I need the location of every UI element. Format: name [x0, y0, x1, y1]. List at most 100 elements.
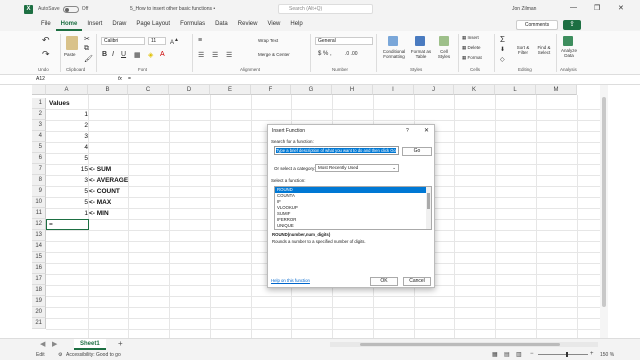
vertical-scroll-thumb[interactable] [602, 97, 606, 307]
accessibility-icon[interactable]: ⚙ [58, 352, 62, 358]
cell-a1[interactable]: Values [49, 98, 70, 109]
cell-a5[interactable]: 4 [46, 142, 88, 153]
minimize-icon[interactable]: — [570, 4, 577, 11]
fx-icon[interactable]: fx [118, 76, 122, 82]
cancel-button[interactable]: Cancel [403, 277, 431, 286]
format-cells-button[interactable]: ▦ Format [462, 55, 482, 61]
formula-input[interactable]: = [128, 76, 131, 82]
tab-draw[interactable]: Draw [107, 18, 131, 31]
zoom-in-icon[interactable]: + [590, 351, 594, 357]
cell-a9[interactable]: 5 [46, 186, 88, 197]
redo-icon[interactable]: ↷ [42, 49, 50, 60]
row-header[interactable]: 14 [32, 241, 46, 252]
format-table-icon[interactable] [415, 36, 425, 46]
cut-icon[interactable]: ✂ [84, 35, 90, 43]
close-icon[interactable]: ✕ [618, 4, 624, 12]
column-header[interactable]: H [332, 85, 373, 95]
select-all-corner[interactable] [32, 85, 46, 95]
paste-label[interactable]: Paste [64, 52, 76, 57]
borders-icon[interactable]: ▦ [134, 51, 141, 59]
cell-b7[interactable]: <- SUM [89, 164, 111, 175]
zoom-slider[interactable] [538, 354, 588, 355]
align-top-icon[interactable]: ≡ [198, 37, 202, 44]
cell-a2[interactable]: 1 [46, 109, 88, 120]
column-header[interactable]: M [536, 85, 577, 95]
row-header[interactable]: 9 [32, 186, 46, 197]
accessibility-status[interactable]: Accessibility: Good to go [66, 352, 121, 358]
align-left-icon[interactable]: ☰ [198, 51, 204, 59]
ok-button[interactable]: OK [370, 277, 398, 286]
fill-icon[interactable]: ⬇ [500, 46, 505, 53]
prev-sheet-icon[interactable]: ◀ [40, 340, 45, 348]
delete-cells-button[interactable]: ▦ Delete [462, 45, 481, 51]
align-center-icon[interactable]: ☰ [212, 51, 218, 59]
cell-a7[interactable]: 15 [46, 164, 88, 175]
add-sheet-icon[interactable]: + [118, 339, 123, 348]
column-header[interactable]: D [169, 85, 210, 95]
conditional-format-button[interactable]: Conditional Formatting [381, 49, 407, 59]
analyze-data-icon[interactable] [563, 36, 573, 46]
function-search-input[interactable]: Type a brief description of what you wan… [274, 146, 399, 155]
fill-color-icon[interactable]: ◈ [148, 51, 153, 59]
row-header[interactable]: 15 [32, 252, 46, 263]
cell-a11[interactable]: 1 [46, 208, 88, 219]
tab-page-layout[interactable]: Page Layout [131, 18, 175, 31]
function-list-scroll-thumb[interactable] [427, 193, 430, 209]
cell-styles-button[interactable]: Cell Styles [434, 49, 454, 59]
font-name-select[interactable]: Calibri [101, 37, 145, 45]
vertical-scrollbar[interactable] [600, 85, 608, 338]
cell-b10[interactable]: <- MAX [89, 197, 111, 208]
column-header[interactable]: A [46, 85, 88, 95]
wrap-text-button[interactable]: Wrap Text [258, 38, 278, 43]
font-color-icon[interactable]: A [160, 51, 165, 58]
zoom-slider-thumb[interactable] [566, 352, 568, 357]
function-list-scrollbar[interactable] [426, 187, 431, 229]
go-button[interactable]: Go [402, 147, 432, 156]
row-header[interactable]: 8 [32, 175, 46, 186]
paste-icon[interactable] [66, 36, 78, 50]
autosave-toggle[interactable] [62, 5, 79, 13]
italic-icon[interactable]: I [112, 51, 114, 58]
row-header[interactable]: 5 [32, 142, 46, 153]
cell-b9[interactable]: <- COUNT [89, 186, 120, 197]
cell-a6[interactable]: 5 [46, 153, 88, 164]
column-header[interactable]: F [251, 85, 291, 95]
tab-data[interactable]: Data [210, 18, 233, 31]
restore-icon[interactable]: ❒ [594, 4, 600, 12]
row-header[interactable]: 1 [32, 98, 46, 109]
row-header[interactable]: 10 [32, 197, 46, 208]
find-select-button[interactable]: Find & Select [533, 45, 555, 55]
sheet-tab-sheet1[interactable]: Sheet1 [74, 339, 106, 350]
row-header[interactable]: 11 [32, 208, 46, 219]
column-header[interactable]: C [128, 85, 169, 95]
dialog-close-icon[interactable]: ✕ [424, 127, 429, 134]
insert-cells-button[interactable]: ▦ Insert [462, 35, 479, 41]
currency-icon[interactable]: $ % , [318, 51, 332, 57]
row-header[interactable]: 2 [32, 109, 46, 120]
underline-icon[interactable]: U [121, 51, 126, 58]
row-header[interactable]: 12 [32, 219, 46, 230]
column-header[interactable]: E [210, 85, 251, 95]
page-layout-view-icon[interactable]: ▤ [504, 351, 510, 358]
cell-a4[interactable]: 3 [46, 131, 88, 142]
normal-view-icon[interactable]: ▦ [492, 351, 498, 358]
horizontal-scroll-thumb[interactable] [360, 343, 560, 346]
category-select[interactable]: Most Recently Used ⌄ [315, 164, 399, 172]
cell-a8[interactable]: 3 [46, 175, 88, 186]
row-header[interactable]: 4 [32, 131, 46, 142]
column-header[interactable]: I [373, 85, 414, 95]
column-header[interactable]: K [454, 85, 495, 95]
clear-icon[interactable]: ◇ [500, 56, 505, 63]
cell-styles-icon[interactable] [439, 36, 449, 46]
row-header[interactable]: 19 [32, 296, 46, 307]
row-header[interactable]: 18 [32, 285, 46, 296]
conditional-format-icon[interactable] [388, 36, 398, 46]
name-box[interactable]: A12 [36, 76, 45, 82]
row-header[interactable]: 16 [32, 263, 46, 274]
tab-view[interactable]: View [262, 18, 285, 31]
tab-file[interactable]: File [36, 18, 56, 31]
help-on-function-link[interactable]: Help on this function [271, 278, 310, 283]
column-header[interactable]: G [291, 85, 332, 95]
dialog-help-icon[interactable]: ? [406, 128, 409, 134]
cell-b8[interactable]: <- AVERAGE [89, 175, 128, 186]
